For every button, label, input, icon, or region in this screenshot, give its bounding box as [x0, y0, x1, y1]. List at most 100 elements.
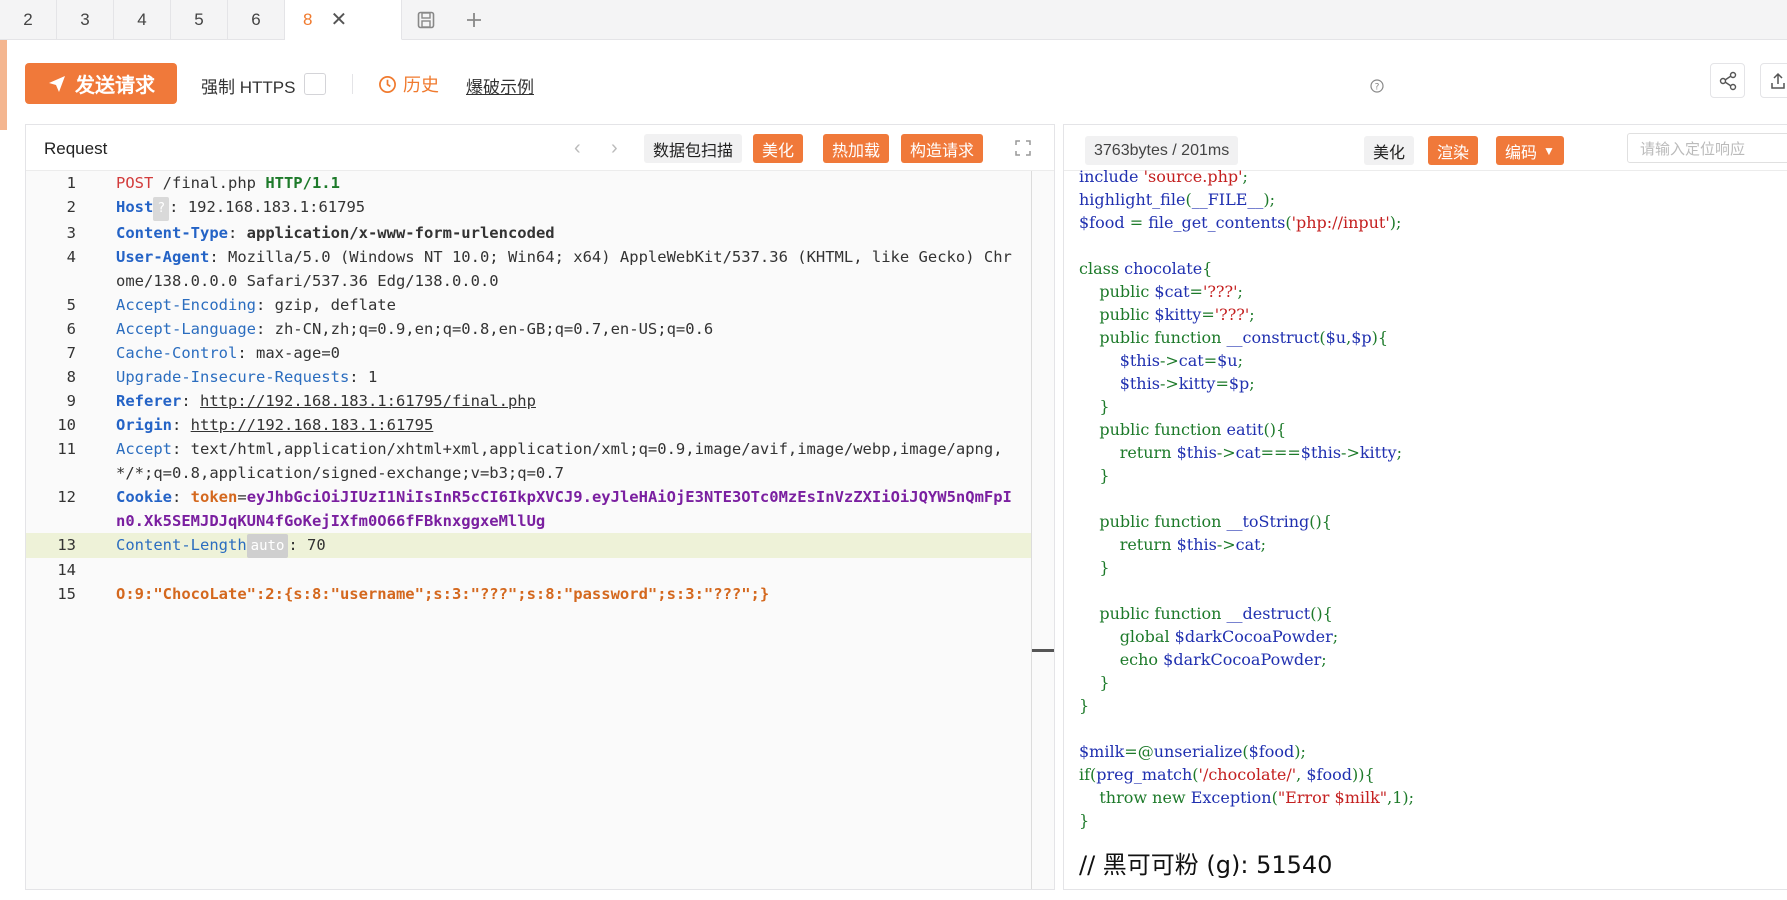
- code-token: highlight_file: [1079, 190, 1186, 209]
- save-icon[interactable]: [402, 0, 450, 40]
- code-token: "Error $milk": [1277, 788, 1388, 807]
- line-number: 11: [57, 440, 76, 458]
- tab-2[interactable]: 2: [0, 0, 57, 40]
- code-token: (){: [1310, 604, 1333, 623]
- code-token: )){: [1351, 765, 1375, 784]
- history-button[interactable]: 历史: [378, 71, 439, 97]
- force-https-checkbox[interactable]: [304, 73, 326, 95]
- request-line[interactable]: 15 O:9:"ChocoLate":2:{s:8:"username";s:3:…: [26, 582, 1031, 606]
- code-token: /final.php: [153, 174, 266, 192]
- export-icon: [1770, 72, 1785, 89]
- code-token: Accept-Encoding: [116, 296, 256, 314]
- construct-request-button[interactable]: 构造请求: [901, 134, 984, 163]
- chevron-right-icon[interactable]: ›: [611, 137, 618, 160]
- code-token: $food: [1306, 765, 1352, 784]
- editor-scrollbar[interactable]: [1031, 171, 1032, 889]
- request-line[interactable]: 13 Content-Length auto: 70: [26, 533, 1031, 558]
- code-token: public function: [1079, 604, 1227, 623]
- tab-label: 5: [194, 10, 204, 29]
- code-token: ;: [1249, 374, 1255, 393]
- code-token: public function: [1079, 420, 1227, 439]
- response-line: [1079, 717, 1787, 740]
- chevron-left-icon[interactable]: ‹: [574, 137, 581, 160]
- code-token: (){: [1309, 512, 1332, 531]
- blast-example-link[interactable]: 爆破示例 ?: [466, 73, 1384, 98]
- code-token: ->: [1216, 535, 1236, 554]
- code-token: HTTP/1.1: [265, 174, 340, 192]
- add-tab-icon[interactable]: [450, 0, 498, 40]
- request-line[interactable]: 3 Content-Type: application/x-www-form-ur…: [26, 221, 1031, 245]
- send-request-button[interactable]: 发送请求: [25, 63, 177, 104]
- hotload-button[interactable]: 热加载: [823, 134, 890, 163]
- left-accent-strip: [0, 40, 7, 130]
- code-token: : 1: [349, 368, 378, 386]
- close-tab-icon[interactable]: ✕: [330, 7, 347, 32]
- line-content: User-Agent: Mozilla/5.0 (Windows NT 10.0…: [116, 245, 1016, 293]
- tab-3[interactable]: 3: [57, 0, 114, 40]
- code-token: Accept: [116, 440, 172, 458]
- response-footer-text: // 黑可可粉 (g): 51540: [1079, 851, 1333, 879]
- tab-6[interactable]: 6: [228, 0, 285, 40]
- fullscreen-icon[interactable]: [1014, 139, 1032, 157]
- help-icon: ?: [1370, 78, 1384, 93]
- response-line: $milk=@unserialize($food);: [1079, 740, 1787, 763]
- beautify-button[interactable]: 美化: [753, 134, 804, 163]
- tab-5[interactable]: 5: [171, 0, 228, 40]
- line-content: O:9:"ChocoLate":2:{s:8:"username";s:3:"?…: [116, 582, 1016, 606]
- code-token: :: [227, 224, 247, 242]
- request-line[interactable]: 4 User-Agent: Mozilla/5.0 (Windows NT 10.…: [26, 245, 1031, 293]
- code-token: =: [1129, 213, 1149, 232]
- scrollbar-thumb[interactable]: [1032, 649, 1054, 652]
- request-line[interactable]: 2 Host?: 192.168.183.1:61795: [26, 195, 1031, 221]
- response-line: return $this->cat;: [1079, 533, 1787, 556]
- line-content: Cookie: token=eyJhbGciOiJIUzI1NiIsInR5cC…: [116, 485, 1016, 533]
- request-line[interactable]: 11 Accept: text/html,application/xhtml+xm…: [26, 437, 1031, 485]
- response-line: public function __toString(){: [1079, 510, 1787, 533]
- request-line[interactable]: 7 Cache-Control: max-age=0: [26, 341, 1031, 365]
- line-content: Upgrade-Insecure-Requests: 1: [116, 365, 1016, 389]
- line-number: 2: [66, 198, 76, 216]
- line-number: 8: [66, 368, 76, 386]
- line-content: [116, 558, 1016, 582]
- request-line[interactable]: 8 Upgrade-Insecure-Requests: 1: [26, 365, 1031, 389]
- encode-dropdown[interactable]: 编码 ▼: [1496, 136, 1564, 165]
- code-token: : text/html,application/xhtml+xml,applic…: [116, 440, 1003, 482]
- response-panel: 3763bytes / 201ms 美化 渲染 编码 ▼ 请输入定位响应 inc…: [1063, 124, 1787, 890]
- request-line[interactable]: 9 Referer: http://192.168.183.1:61795/fin…: [26, 389, 1031, 413]
- request-line[interactable]: 5 Accept-Encoding: gzip, deflate: [26, 293, 1031, 317]
- send-request-label: 发送请求: [75, 75, 155, 97]
- line-content: Host?: 192.168.183.1:61795: [116, 195, 1016, 221]
- response-line: if(preg_match('/chocolate/', $food)){: [1079, 763, 1787, 786]
- request-line[interactable]: 14: [26, 558, 1031, 582]
- response-beautify-button[interactable]: 美化: [1364, 136, 1415, 165]
- share-button[interactable]: [1710, 63, 1745, 98]
- code-token: eatit: [1226, 420, 1264, 439]
- export-button[interactable]: [1760, 63, 1787, 98]
- code-token: : 70: [288, 536, 326, 554]
- packet-scan-button[interactable]: 数据包扫描: [644, 134, 743, 163]
- render-button[interactable]: 渲染: [1428, 136, 1479, 165]
- line-number: 13: [57, 536, 76, 554]
- code-token: class: [1079, 259, 1125, 278]
- code-token: Cache-Control: [116, 344, 238, 362]
- code-token: file_get_contents: [1148, 213, 1286, 232]
- line-content: Accept-Language: zh-CN,zh;q=0.9,en;q=0.8…: [116, 317, 1016, 341]
- code-token: ->: [1159, 374, 1179, 393]
- locate-response-input[interactable]: 请输入定位响应: [1627, 133, 1787, 163]
- response-line: }: [1079, 395, 1787, 418]
- code-token: =: [1203, 351, 1218, 370]
- code-token: public: [1079, 305, 1155, 324]
- code-token: kitty: [1178, 374, 1216, 393]
- request-line[interactable]: 10 Origin: http://192.168.183.1:61795: [26, 413, 1031, 437]
- request-line[interactable]: 6 Accept-Language: zh-CN,zh;q=0.9,en;q=0.…: [26, 317, 1031, 341]
- tab-4[interactable]: 4: [114, 0, 171, 40]
- request-line[interactable]: 1 POST /final.php HTTP/1.1: [26, 171, 1031, 195]
- code-token: 'php://input': [1291, 213, 1390, 232]
- code-token: );: [1294, 742, 1306, 761]
- code-token: public function: [1079, 512, 1227, 531]
- code-token: $this: [1176, 535, 1217, 554]
- request-editor[interactable]: 1 POST /final.php HTTP/1.1 2 Host?: 192.168…: [26, 171, 1031, 889]
- request-line[interactable]: 12 Cookie: token=eyJhbGciOiJIUzI1NiIsInR5…: [26, 485, 1031, 533]
- code-token: kitty: [1359, 443, 1397, 462]
- tab-8[interactable]: 8 ✕: [285, 0, 402, 40]
